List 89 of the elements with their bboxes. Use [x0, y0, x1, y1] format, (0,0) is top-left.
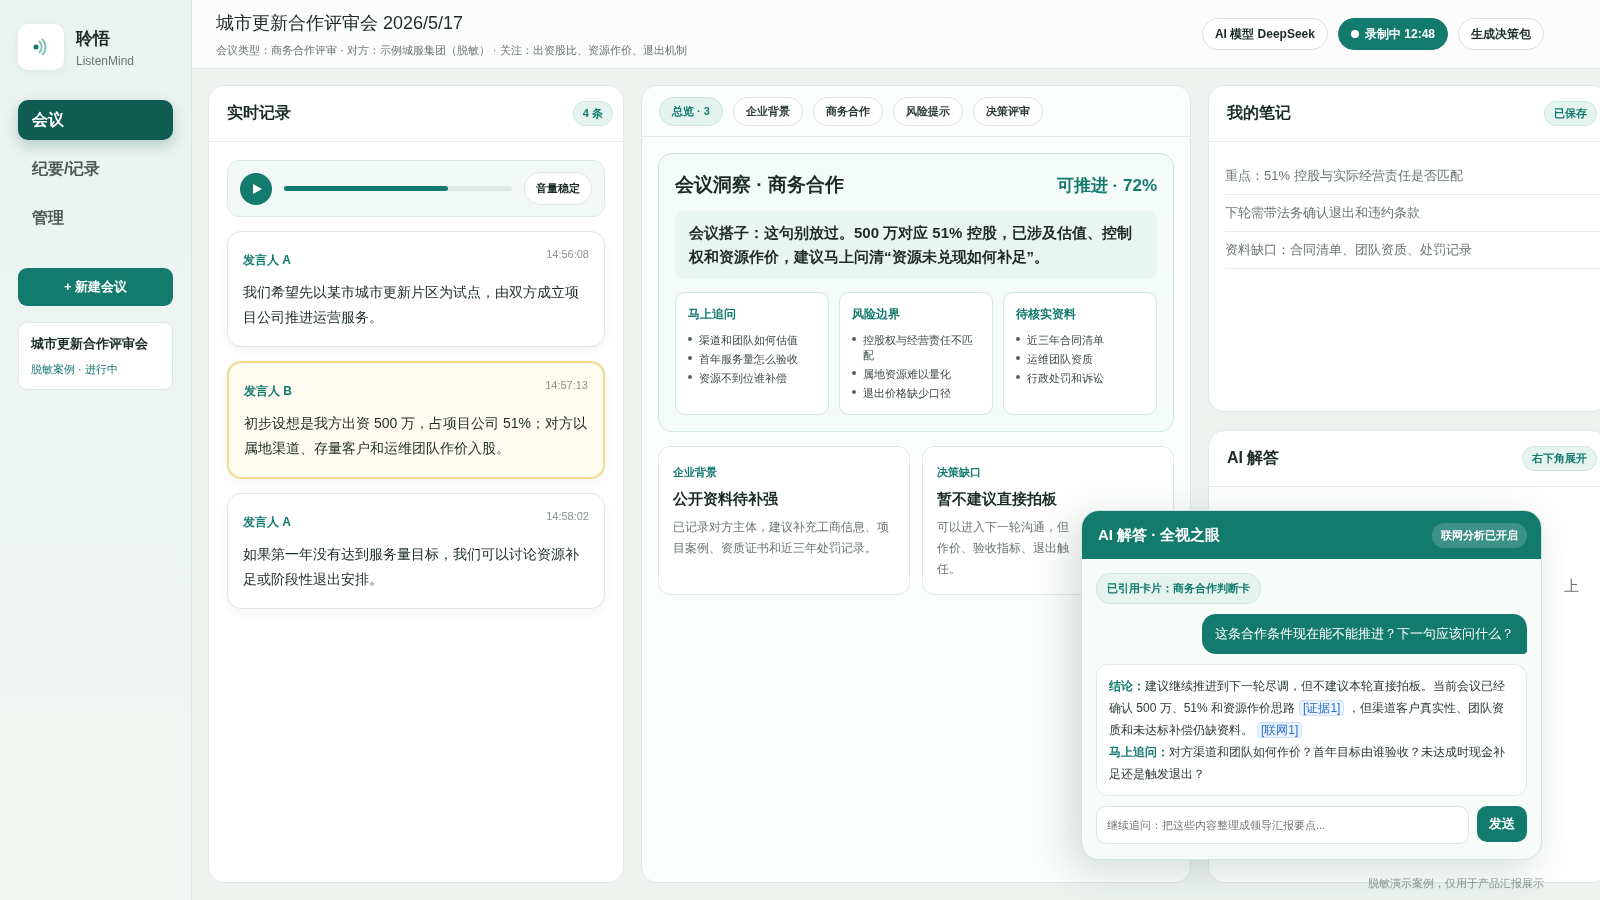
answer-text: 结论：建议继续推进到下一轮尽调，但不建议本轮直接拍板。当前会议已经确认 500 万、51% 和资源作价思路 [证据1] ，但渠道客户真实性、团队资质和未达标补偿仍缺资料。 [联网1] [1109, 678, 1506, 740]
meeting-status: 脱敏案例 · 进行中 [31, 362, 119, 377]
online-badge: 联网分析已开启 [1432, 522, 1527, 548]
bullet-text: 首年服务量怎么验收 [699, 352, 798, 367]
saved-badge: 已保存 [1544, 101, 1597, 126]
nav-item[interactable]: 管理 [18, 198, 173, 238]
transcript-text: 我们希望先以某市城市更新片区为试点，由双方成立项目公司推进运营服务。 [243, 283, 580, 327]
nav-item[interactable]: 会议 [18, 100, 173, 140]
bullet-icon [852, 337, 856, 341]
bullet-text: 控股权与经营责任不匹配 [863, 333, 974, 363]
transcript-text: 初步设想是我方出资 500 万，占项目公司 51%；对方以属地渠道、存量客户和运维团队作价入股。 [244, 414, 588, 458]
speaker-name: 发言人 A [243, 514, 291, 531]
panel-title: AI 解答 [1227, 448, 1280, 468]
speaker-name: 发言人 A [243, 252, 291, 269]
card-title: 暂不建议直接拍板 [937, 490, 1058, 509]
recording-button[interactable]: 录制中 12:48 [1337, 18, 1448, 50]
meeting-title: 城市更新合作评审会 2026/5/17 [216, 11, 465, 35]
transcript-text: 如果第一年没有达到服务量目标，我们可以讨论资源补足或阶段性退出安排。 [243, 545, 580, 589]
logo-icon [18, 24, 64, 70]
card-text: 作价、验收指标、退出触 [937, 540, 1069, 557]
bullet-icon [852, 390, 856, 394]
tab[interactable]: 企业背景 [732, 96, 803, 126]
card-title: 公开资料待补强 [673, 490, 779, 509]
insight-title: 会议洞察 · 商务合作 [675, 173, 844, 197]
bullet-text: 近三年合同清单 [1027, 333, 1104, 348]
meeting-card[interactable]: 城市更新合作评审会 脱敏案例 · 进行中 [18, 322, 173, 390]
bullet-icon [1016, 337, 1020, 341]
play-icon [251, 182, 263, 195]
answer-text: 上 [1564, 577, 1579, 596]
timestamp: 14:58:02 [546, 510, 589, 524]
bullet-icon [688, 337, 692, 341]
bullet-icon [1016, 375, 1020, 379]
insight-score: 可推进 · 72% [1056, 174, 1157, 197]
generate-button[interactable]: 生成决策包 [1458, 18, 1544, 50]
card-tag: 企业背景 [673, 465, 895, 480]
new-meeting-button[interactable]: + 新建会议 [18, 268, 173, 306]
bullet-text: 行政处罚和诉讼 [1027, 371, 1104, 386]
bullet-icon [852, 371, 856, 375]
answer-text: 马上追问：对方渠道和团队如何作价？首年目标由谁验收？未达成时现金补足还是触发退出？ [1109, 744, 1506, 783]
bullet-text: 资源不到位谁补偿 [699, 371, 787, 386]
card-text: 任。 [937, 561, 961, 578]
popup-title: AI 解答 · 全视之眼 [1098, 525, 1221, 545]
card-text: 可以进入下一轮沟通，但 [937, 519, 1069, 536]
panel-title: 实时记录 [227, 103, 291, 123]
bullet-text: 退出价格缺少口径 [863, 386, 951, 401]
note-line: 下轮需带法务确认退出和违约条款 [1225, 195, 1600, 232]
app-name: 聆悟 [76, 27, 111, 50]
user-message: 这条合作条件现在能不能推进？下一句应该问什么？ [1202, 614, 1527, 654]
expand-badge: 右下角展开 [1522, 446, 1597, 471]
bullet-icon [688, 375, 692, 379]
note-line: 重点：51% 控股与实际经营责任是否匹配 [1225, 158, 1600, 195]
volume-status: 音量稳定 [524, 172, 592, 205]
count-badge: 4 条 [572, 101, 613, 126]
bullet-text: 渠道和团队如何估值 [699, 333, 798, 348]
meeting-meta: 会议类型：商务合作评审 · 对方：示例城服集团（脱敏） · 关注：出资股比、资源作价、退出机制 [216, 42, 687, 58]
column-title: 待核实资料 [1016, 306, 1077, 323]
nav-item[interactable]: 纪要/记录 [18, 149, 173, 189]
bullet-icon [688, 356, 692, 360]
insight-summary: 会议搭子：这句别放过。500 万对应 51% 控股，已涉及估值、控制权和资源作价，建议马上问清“资源未兑现如何补足”。 [675, 211, 1157, 279]
column-title: 马上追问 [688, 306, 737, 323]
bullet-text: 属地资源难以量化 [863, 367, 951, 382]
card-tag: 决策缺口 [937, 465, 1159, 480]
model-button[interactable]: AI 模型 DeepSeek [1201, 18, 1328, 50]
column-title: 风险边界 [852, 306, 901, 323]
bullet-text: 运维团队资质 [1027, 352, 1093, 367]
footer-note: 脱敏演示案例，仅用于产品汇报展示 [1368, 876, 1544, 891]
tab[interactable]: 风险提示 [892, 96, 963, 126]
input-field[interactable]: 继续追问：把这些内容整理成领导汇报要点... [1096, 806, 1469, 844]
transcript-entry[interactable]: 发言人 A 14:56:08 我们希望先以某市城市更新片区为试点，由双方成立项目公司推进运营服务。 [227, 231, 605, 347]
tab[interactable]: 商务合作 [812, 96, 883, 126]
transcript-entry[interactable]: 发言人 A 14:58:02 如果第一年没有达到服务量目标，我们可以讨论资源补足或阶段性退出安排。 [227, 493, 605, 609]
panel-title: 我的笔记 [1227, 103, 1291, 123]
app-subtitle: ListenMind [76, 53, 135, 68]
tab[interactable]: 总览 · 3 [659, 96, 723, 126]
send-button[interactable]: 发送 [1477, 806, 1527, 842]
tab[interactable]: 决策评审 [972, 96, 1043, 126]
play-button[interactable] [240, 172, 272, 205]
speaker-name: 发言人 B [244, 383, 292, 400]
meeting-title: 城市更新合作评审会 [31, 335, 149, 353]
citation-link[interactable]: [证据1] [1299, 700, 1345, 716]
timestamp: 14:56:08 [546, 248, 589, 262]
progress-track[interactable] [284, 186, 512, 191]
note-line: 资料缺口：合同清单、团队资质、处罚记录 [1225, 232, 1600, 269]
citation-link[interactable]: [联网1] [1257, 722, 1303, 738]
cited-chip: 已引用卡片：商务合作判断卡 [1096, 573, 1261, 604]
timestamp: 14:57:13 [545, 379, 588, 393]
card-text: 已记录对方主体，建议补充工商信息、项目案例、资质证书和近三年处罚记录。 [673, 519, 890, 557]
transcript-entry[interactable]: 发言人 B 14:57:13 初步设想是我方出资 500 万，占项目公司 51%；对方以属地渠道、存量客户和运维团队作价入股。 [227, 361, 605, 479]
bullet-icon [1016, 356, 1020, 360]
